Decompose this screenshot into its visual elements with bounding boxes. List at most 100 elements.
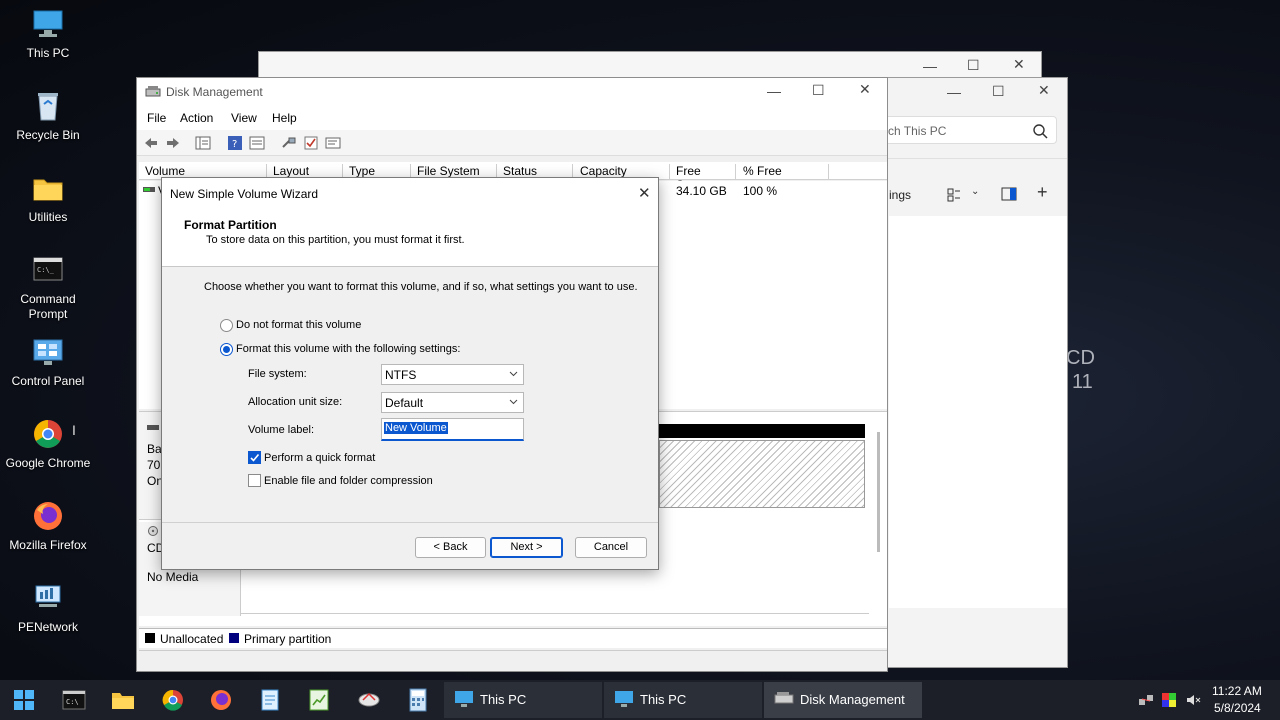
legend-unallocated: Unallocated [160, 632, 224, 646]
title-bar[interactable]: Disk Management — ☐ ✕ [137, 78, 887, 106]
taskbar-window-disk-management[interactable]: Disk Management [764, 682, 922, 718]
add-icon[interactable]: + [1037, 182, 1048, 203]
notepad-icon[interactable] [257, 688, 283, 712]
wizard-header: Format Partition To store data on this p… [162, 208, 658, 267]
watermark-line1: CD [1066, 347, 1095, 369]
network-status-icon[interactable] [1138, 693, 1154, 707]
do-not-format-label[interactable]: Do not format this volume [236, 319, 361, 331]
drive-icon [143, 187, 155, 192]
settings-list-icon[interactable] [325, 135, 341, 151]
desktop-icon-control-panel[interactable]: Control Panel [0, 336, 96, 389]
desktop-icon-penetwork[interactable]: PENetwork [0, 582, 96, 635]
watermark: CD 11 [1066, 346, 1095, 394]
close-icon[interactable]: ✕ [859, 81, 871, 98]
taskbar-window-label: Disk Management [800, 692, 905, 707]
clock-date[interactable]: 5/8/2024 [1214, 701, 1261, 715]
maximize-icon[interactable]: ☐ [992, 83, 1005, 100]
command-prompt-icon[interactable]: C:\ [62, 688, 88, 712]
file-system-value: NTFS [385, 368, 417, 382]
forward-arrow-icon[interactable] [165, 135, 181, 151]
volume-muted-icon[interactable] [1185, 692, 1201, 708]
close-icon[interactable]: ✕ [1013, 56, 1025, 73]
details-pane-icon[interactable] [1001, 187, 1017, 201]
start-windows-icon[interactable] [12, 688, 38, 712]
cancel-button[interactable]: Cancel [575, 537, 647, 558]
page-title: Format Partition [184, 218, 277, 232]
volume-label-input[interactable]: New Volume [381, 418, 524, 441]
desktop-icon-mozilla-firefox[interactable]: Mozilla Firefox [0, 500, 96, 553]
compression-label[interactable]: Enable file and folder compression [264, 475, 433, 487]
chart-editor-icon[interactable] [306, 688, 332, 712]
unallocated-partition-header [659, 424, 865, 438]
help-icon[interactable]: ? [227, 135, 243, 151]
minimize-icon[interactable]: — [767, 83, 781, 99]
compression-checkbox[interactable] [248, 474, 261, 487]
search-placeholder: ch This PC [888, 124, 947, 138]
desktop-icon-label: Recycle Bin [16, 128, 80, 142]
minimize-icon[interactable]: — [947, 84, 961, 100]
minimize-icon[interactable]: — [923, 58, 937, 74]
close-icon[interactable]: ✕ [1038, 82, 1050, 99]
firefox-icon[interactable] [208, 688, 234, 712]
search-box[interactable]: ch This PC [881, 116, 1057, 144]
legend-primary: Primary partition [244, 632, 332, 646]
allocation-unit-size-dropdown[interactable]: Default [381, 392, 524, 413]
chrome-icon[interactable] [160, 688, 186, 712]
console-tree-icon[interactable] [195, 135, 211, 151]
unallocated-partition[interactable] [659, 440, 865, 508]
view-layout-icon[interactable] [947, 188, 961, 202]
folder-icon [31, 172, 65, 204]
desktop-icon-recycle-bin[interactable]: Recycle Bin [0, 90, 96, 143]
file-explorer-icon[interactable] [110, 688, 136, 712]
checkmark-icon [250, 453, 260, 462]
file-system-dropdown[interactable]: NTFS [381, 364, 524, 385]
format-volume-label[interactable]: Format this volume with the following se… [236, 343, 460, 355]
disk-icon [147, 425, 159, 430]
desktop-icon-command-prompt[interactable]: C:\_ Command Prompt [0, 254, 96, 322]
network-icon [31, 582, 65, 614]
properties-icon[interactable] [249, 135, 265, 151]
disk-management-icon [145, 86, 161, 97]
menu-help[interactable]: Help [272, 111, 297, 125]
desktop-icon-google-chrome[interactable]: Google Chrome [0, 418, 96, 471]
color-app-icon[interactable] [1161, 692, 1177, 708]
taskbar-window-this-pc-1[interactable]: This PC [444, 682, 602, 718]
chrome-icon [31, 418, 65, 450]
search-icon[interactable] [1032, 123, 1048, 139]
wizard-prompt: Choose whether you want to format this v… [204, 281, 638, 293]
desktop-icon-utilities[interactable]: Utilities [0, 172, 96, 225]
vertical-scrollbar[interactable] [877, 432, 880, 552]
new-simple-volume-wizard[interactable]: New Simple Volume Wizard ✕ Format Partit… [161, 177, 659, 570]
do-not-format-radio[interactable] [220, 319, 233, 332]
clock-time[interactable]: 11:22 AM [1212, 684, 1262, 698]
column-free-space[interactable]: Free Spa... [676, 164, 736, 192]
check-icon[interactable] [303, 135, 319, 151]
menu-action[interactable]: Action [180, 111, 213, 125]
settings-text[interactable]: ings [889, 188, 911, 202]
taskbar-window-label: This PC [640, 692, 687, 707]
quick-format-checkbox[interactable] [248, 451, 261, 464]
desktop-icon-label: This PC [26, 46, 70, 60]
background-window-this-pc-2[interactable]: — ☐ ✕ ch This PC ings ⌄ + [860, 77, 1068, 668]
maximize-icon[interactable]: ☐ [812, 82, 825, 99]
taskbar-window-this-pc-2[interactable]: This PC [604, 682, 762, 718]
next-button[interactable]: Next > [490, 537, 563, 558]
network-tool-icon[interactable] [356, 688, 382, 712]
menu-file[interactable]: File [147, 111, 166, 125]
maximize-icon[interactable]: ☐ [967, 57, 980, 74]
back-button[interactable]: < Back [415, 537, 486, 558]
calculator-icon[interactable] [405, 688, 431, 712]
chevron-down-icon[interactable]: ⌄ [971, 186, 979, 197]
connect-icon[interactable] [281, 135, 297, 151]
cell-percent-free: 100 % [743, 184, 778, 198]
back-arrow-icon[interactable] [143, 135, 159, 151]
quick-format-label[interactable]: Perform a quick format [264, 452, 375, 464]
menu-view[interactable]: View [231, 111, 257, 125]
allocation-unit-size-label: Allocation unit size: [248, 396, 343, 408]
format-volume-radio[interactable] [220, 343, 233, 356]
desktop-icon-this-pc[interactable]: This PC [0, 8, 96, 61]
column-percent-free[interactable]: % Free [743, 164, 829, 180]
page-subtitle: To store data on this partition, you mus… [206, 234, 465, 246]
close-icon[interactable]: ✕ [638, 184, 651, 202]
wizard-title-bar[interactable]: New Simple Volume Wizard ✕ [162, 178, 658, 208]
